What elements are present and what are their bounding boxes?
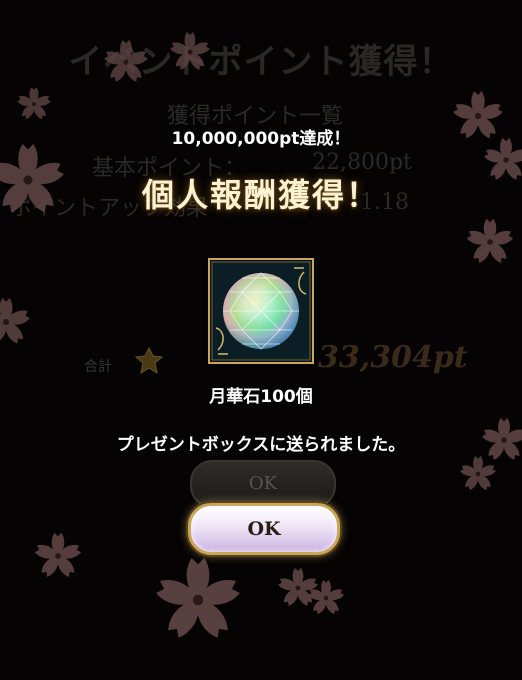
reward-popup: 10,000,000pt達成！ 個人報酬獲得！ 月華石100個 プレゼントボック… <box>0 0 522 680</box>
popup-title: 個人報酬獲得！ <box>141 176 380 214</box>
rainbow-gem-icon <box>208 258 314 364</box>
milestone-subtitle: 10,000,000pt達成！ <box>171 129 351 149</box>
ok-button[interactable]: OK <box>188 503 340 555</box>
reward-item-frame <box>208 258 314 364</box>
ok-button-label: OK <box>247 518 281 540</box>
reward-item-name: 月華石100個 <box>209 387 313 407</box>
sent-to-present-box-message: プレゼントボックスに送られました。 <box>116 435 406 455</box>
